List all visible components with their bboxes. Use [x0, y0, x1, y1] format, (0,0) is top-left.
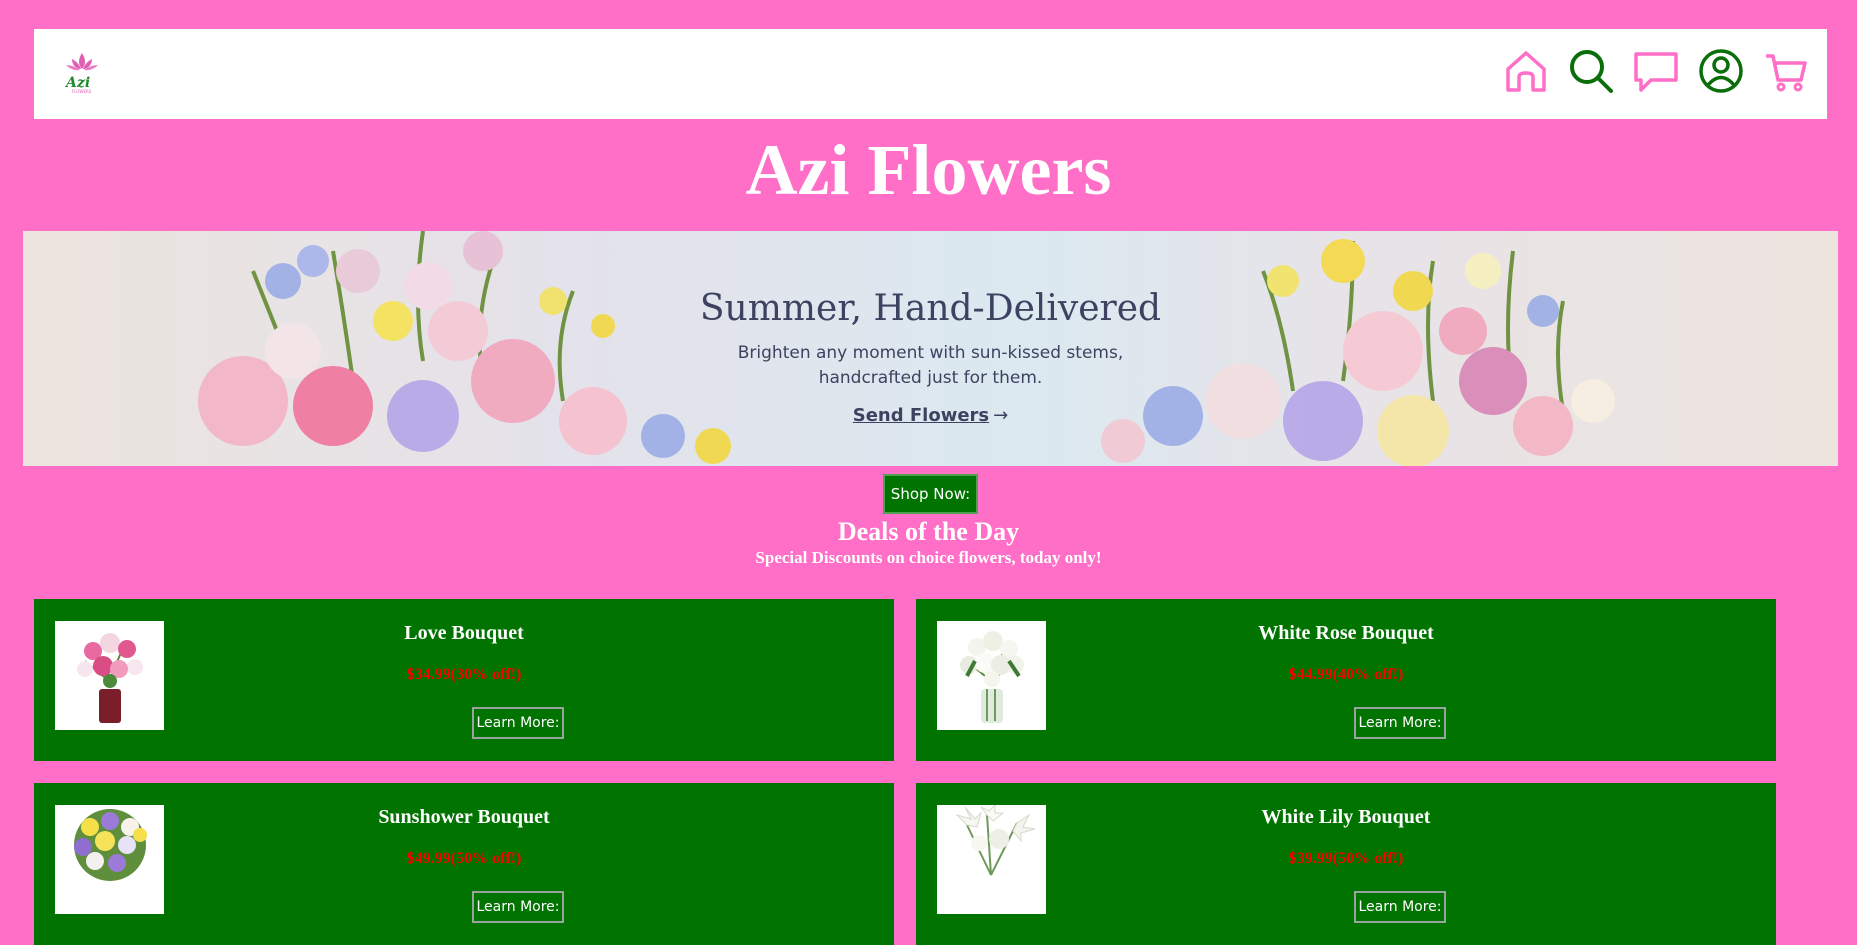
hero-text: Summer, Hand-Delivered Brighten any mome…	[23, 287, 1838, 426]
product-name: Sunshower Bouquet	[378, 806, 550, 828]
learn-more-button[interactable]: Learn More:	[472, 891, 564, 923]
hero-heading: Summer, Hand-Delivered	[699, 288, 1162, 329]
product-card: White Rose Bouquet $44.99(40% off!) Lear…	[916, 599, 1776, 761]
learn-more-button[interactable]: Learn More:	[1354, 707, 1446, 739]
cart-icon[interactable]	[1763, 48, 1809, 94]
product-name: Love Bouquet	[404, 622, 524, 644]
shop-now-button[interactable]: Shop Now:	[883, 474, 978, 514]
site-title: Azi Flowers	[745, 130, 1112, 210]
azi-logo[interactable]: Azi FLOWERS	[62, 51, 102, 95]
hero-banner[interactable]: Summer, Hand-Delivered Brighten any mome…	[23, 231, 1838, 466]
home-icon[interactable]	[1503, 48, 1549, 94]
chat-icon[interactable]	[1633, 48, 1679, 94]
account-icon[interactable]	[1698, 48, 1744, 94]
search-icon[interactable]	[1568, 48, 1614, 94]
learn-more-button[interactable]: Learn More:	[1354, 891, 1446, 923]
product-image-sunshower-bouquet[interactable]	[55, 805, 164, 914]
product-card: Sunshower Bouquet $49.99(50% off!) Learn…	[34, 783, 894, 945]
arrow-right-icon: →	[993, 405, 1009, 426]
product-card: White Lily Bouquet $39.99(50% off!) Lear…	[916, 783, 1776, 945]
product-card: Love Bouquet $34.99(30% off!) Learn More…	[34, 599, 894, 761]
hero-subtext: Brighten any moment with sun-kissed stem…	[737, 343, 1124, 388]
deals-title: Deals of the Day	[837, 517, 1020, 546]
product-image-white-rose-bouquet[interactable]	[937, 621, 1046, 730]
svg-text:FLOWERS: FLOWERS	[72, 89, 92, 94]
product-price: $34.99(30% off!)	[406, 666, 522, 683]
learn-more-button[interactable]: Learn More:	[472, 707, 564, 739]
send-flowers-link[interactable]: Send Flowers	[853, 405, 989, 426]
product-image-love-bouquet[interactable]	[55, 621, 164, 730]
nav-icons	[1503, 45, 1809, 97]
top-navigation-bar: Azi FLOWERS	[34, 29, 1827, 119]
deals-subtitle: Special Discounts on choice flowers, tod…	[755, 548, 1102, 567]
product-name: White Rose Bouquet	[1258, 622, 1434, 644]
product-image-white-lily-bouquet[interactable]	[937, 805, 1046, 914]
product-name: White Lily Bouquet	[1261, 806, 1431, 828]
product-price: $44.99(40% off!)	[1288, 666, 1404, 683]
